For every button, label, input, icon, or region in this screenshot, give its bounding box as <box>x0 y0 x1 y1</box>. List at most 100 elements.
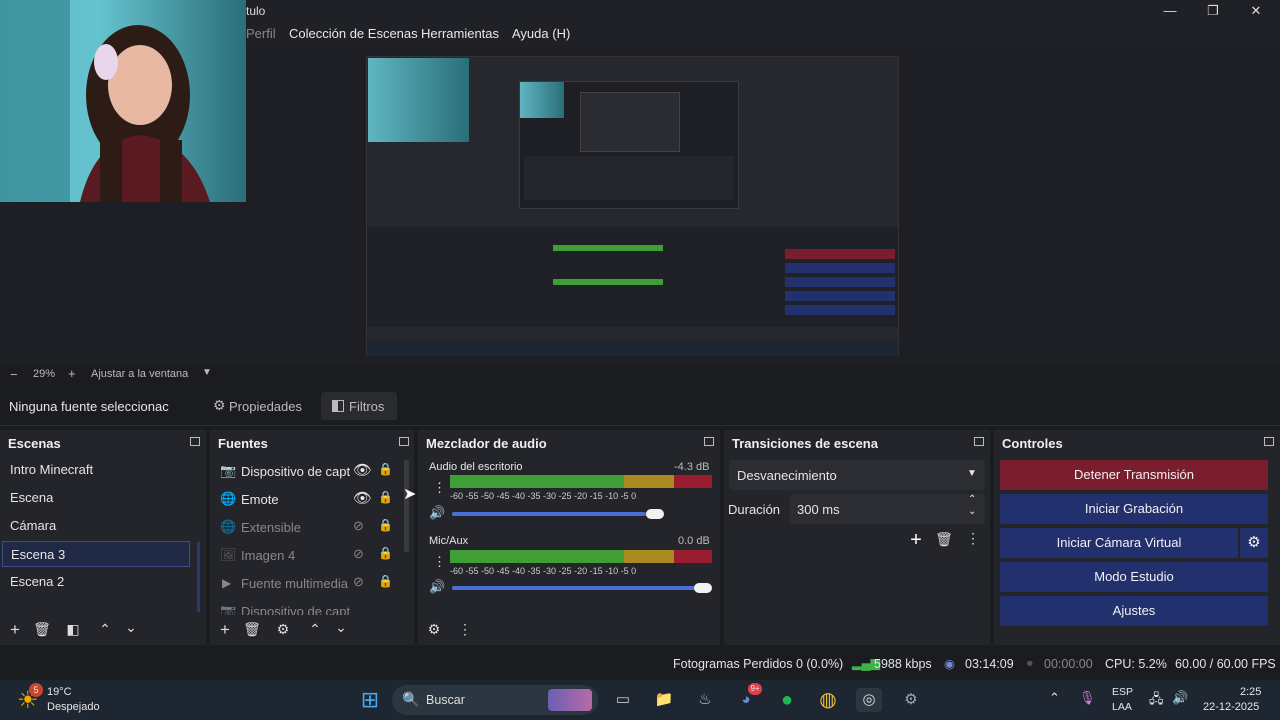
spin-down-icon[interactable]: ⌄ <box>968 506 976 517</box>
lock-icon[interactable]: 🔒 <box>378 462 393 476</box>
eye-hidden-icon[interactable]: ⊘ <box>353 546 364 562</box>
properties-button[interactable]: ⚙ Propiedades <box>205 392 307 420</box>
steam-icon[interactable]: ♨ <box>692 688 718 712</box>
kebab-menu-icon[interactable]: ⋮ <box>433 480 446 496</box>
menu-tools[interactable]: Herramientas <box>421 26 499 41</box>
filters-button[interactable]: Filtros <box>321 392 397 420</box>
lock-icon[interactable]: 🔒 <box>378 574 393 588</box>
clock-time[interactable]: 2:25 <box>1240 686 1261 698</box>
search-box[interactable]: 🔍 Buscar <box>392 685 598 715</box>
kebab-menu-icon[interactable]: ⋮ <box>433 554 446 570</box>
zoom-out-button[interactable]: − <box>10 367 18 382</box>
chrome-icon[interactable]: ◍ <box>815 688 841 712</box>
task-view-icon[interactable]: ▭ <box>610 688 636 712</box>
network-icon[interactable]: 🖧 <box>1149 690 1164 712</box>
speaker-icon[interactable]: 🔊 <box>429 579 445 595</box>
clock-date[interactable]: 22-12-2025 <box>1203 701 1259 713</box>
move-up-icon[interactable]: ⌃ <box>95 621 115 638</box>
transition-select[interactable]: Desvanecimiento ▼ <box>729 460 985 490</box>
source-item[interactable]: 🌐 Emote 👁 🔒 <box>210 485 404 513</box>
gear-icon[interactable]: ⚙ <box>1240 528 1268 558</box>
move-down-icon[interactable]: ⌄ <box>331 619 351 636</box>
add-transition-icon[interactable]: + <box>906 529 926 552</box>
meter-ticks: -60 -55 -50 -45 -40 -35 -30 -25 -20 -15 … <box>450 566 637 576</box>
volume-knob[interactable] <box>646 509 664 519</box>
popout-icon[interactable] <box>704 437 714 446</box>
scene-item-selected[interactable]: Escena 3 <box>2 541 190 567</box>
zoom-in-button[interactable]: + <box>68 366 76 381</box>
channel-db: 0.0 dB <box>678 535 710 547</box>
scene-item[interactable]: Intro Minecraft <box>2 457 190 483</box>
move-down-icon[interactable]: ⌄ <box>121 619 141 636</box>
maximize-button[interactable]: ❐ <box>1199 2 1227 20</box>
duration-spinbox[interactable]: 300 ms ⌃ ⌄ <box>790 494 985 524</box>
popout-icon[interactable] <box>974 437 984 446</box>
lock-icon[interactable]: 🔒 <box>378 490 393 504</box>
settings-button[interactable]: Ajustes <box>1000 596 1268 626</box>
popout-icon[interactable] <box>190 437 200 446</box>
gear-icon[interactable]: ⚙ <box>273 621 293 638</box>
menu-scene-collection[interactable]: Colección de Escenas <box>289 26 418 41</box>
trash-icon[interactable]: 🗑 <box>32 621 52 638</box>
source-item[interactable]: 📷 Dispositivo de capt <box>210 597 404 615</box>
popout-icon[interactable] <box>1264 437 1274 446</box>
minimize-button[interactable]: — <box>1156 2 1184 20</box>
volume-knob[interactable] <box>694 583 712 593</box>
source-item[interactable]: 📷 Dispositivo de capt 👁 🔒 <box>210 457 404 485</box>
source-item[interactable]: ▶ Fuente multimedia ⊘ 🔒 <box>210 569 404 597</box>
source-item[interactable]: 🌐 Extensible ⊘ 🔒 <box>210 513 404 541</box>
lang-code[interactable]: ESP <box>1112 686 1133 698</box>
scene-item[interactable]: Escena 2 <box>2 569 190 595</box>
settings-app-icon[interactable]: ⚙ <box>898 688 924 712</box>
stop-stream-button[interactable]: Detener Transmisión <box>1000 460 1268 490</box>
file-explorer-icon[interactable]: 📁 <box>651 688 677 712</box>
gear-icon[interactable]: ⚙ <box>424 621 444 638</box>
volume-slider[interactable] <box>452 512 662 516</box>
trash-icon[interactable]: 🗑 <box>934 531 954 548</box>
lock-icon[interactable]: 🔒 <box>378 546 393 560</box>
trash-icon[interactable]: 🗑 <box>242 621 262 638</box>
source-item[interactable]: 🖼 Imagen 4 ⊘ 🔒 <box>210 541 404 569</box>
obs-icon[interactable]: ◎ <box>856 688 882 712</box>
lock-icon[interactable]: 🔒 <box>378 518 393 532</box>
spin-up-icon[interactable]: ⌃ <box>968 494 976 505</box>
eye-icon[interactable]: 👁 <box>353 489 372 507</box>
add-scene-icon[interactable]: + <box>5 620 25 640</box>
menu-perfil[interactable]: Perfil <box>246 26 276 41</box>
source-label: Extensible <box>241 520 301 535</box>
fit-window-label[interactable]: Ajustar a la ventana <box>91 368 188 380</box>
eye-hidden-icon[interactable]: ⊘ <box>353 518 364 534</box>
scenes-scrollbar[interactable] <box>197 542 200 612</box>
studio-mode-button[interactable]: Modo Estudio <box>1000 562 1268 592</box>
transitions-title: Transiciones de escena <box>732 436 878 451</box>
close-button[interactable]: ✕ <box>1242 2 1270 20</box>
nested-webcam-thumbnail <box>368 58 469 142</box>
scene-filter-icon[interactable]: ◧ <box>63 621 83 638</box>
lang-layout[interactable]: LAA <box>1112 701 1132 713</box>
scene-item[interactable]: Cámara <box>2 513 190 539</box>
sources-scrollbar[interactable] <box>404 460 409 552</box>
kebab-menu-icon[interactable]: ⋮ <box>455 621 475 638</box>
start-recording-button[interactable]: Iniciar Grabación <box>1000 494 1268 524</box>
fit-dropdown-icon[interactable]: ▼ <box>202 367 212 378</box>
speaker-icon[interactable]: 🔊 <box>429 505 445 521</box>
menu-help[interactable]: Ayuda (H) <box>512 26 570 41</box>
virtual-camera-button[interactable]: Iniciar Cámara Virtual <box>1000 528 1238 558</box>
preview-canvas[interactable] <box>366 56 899 356</box>
eye-icon[interactable]: 👁 <box>353 461 372 479</box>
scene-item[interactable]: Escena <box>2 485 190 511</box>
popout-icon[interactable] <box>399 437 409 446</box>
add-source-icon[interactable]: + <box>215 620 235 640</box>
fps: 60.00 / 60.00 FPS <box>1175 657 1276 671</box>
camera-icon: 📷 <box>220 463 237 478</box>
live-time: 03:14:09 <box>965 657 1014 671</box>
tray-chevron-up-icon[interactable]: ⌃ <box>1049 690 1060 706</box>
spotify-icon[interactable]: ● <box>774 688 800 712</box>
kebab-menu-icon[interactable]: ⋮ <box>963 530 983 547</box>
eye-hidden-icon[interactable]: ⊘ <box>353 574 364 590</box>
volume-icon[interactable]: 🔊 <box>1172 690 1188 706</box>
windows-start-icon[interactable]: ⊞ <box>357 688 383 712</box>
move-up-icon[interactable]: ⌃ <box>305 621 325 638</box>
mic-icon[interactable]: 🎙 <box>1079 690 1096 706</box>
volume-slider[interactable] <box>452 586 710 590</box>
